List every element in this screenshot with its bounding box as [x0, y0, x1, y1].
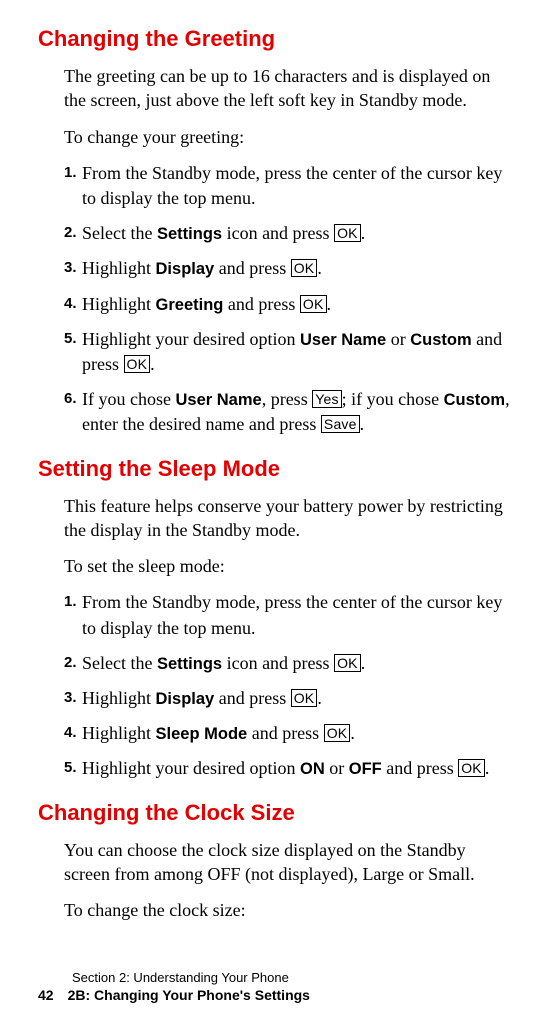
- step-text: Highlight: [82, 688, 156, 708]
- step-text: .: [361, 223, 366, 243]
- bold-text: Display: [156, 690, 215, 708]
- bold-text: Sleep Mode: [156, 725, 248, 743]
- step-item: 1. From the Standby mode, press the cent…: [64, 161, 513, 211]
- keycap-save: Save: [321, 415, 360, 433]
- bold-text: Settings: [157, 225, 222, 243]
- step-item: 6. If you chose User Name, press Yes; if…: [64, 387, 513, 437]
- step-text: From the Standby mode, press the center …: [82, 163, 502, 208]
- step-text: .: [327, 294, 332, 314]
- keycap-ok: OK: [291, 259, 318, 277]
- bold-text: ON: [300, 760, 325, 778]
- step-text: .: [485, 758, 490, 778]
- heading-sleep-mode: Setting the Sleep Mode: [38, 456, 513, 482]
- bold-text: Custom: [410, 331, 471, 349]
- step-text: and press: [223, 294, 299, 314]
- keycap-ok: OK: [334, 654, 361, 672]
- step-text: icon and press: [222, 223, 334, 243]
- step-text: and press: [382, 758, 458, 778]
- para-sleep-intro: To set the sleep mode:: [64, 554, 513, 578]
- footer-subsection: 2B: Changing Your Phone's Settings: [68, 987, 310, 1003]
- step-number: 1.: [64, 591, 77, 612]
- step-number: 3.: [64, 687, 77, 708]
- step-text: and press: [214, 258, 290, 278]
- step-text: Highlight your desired option: [82, 329, 300, 349]
- step-number: 5.: [64, 328, 77, 349]
- step-item: 2. Select the Settings icon and press OK…: [64, 651, 513, 676]
- para-greeting-intro: To change your greeting:: [64, 125, 513, 149]
- step-text: .: [360, 414, 365, 434]
- keycap-ok: OK: [324, 724, 351, 742]
- keycap-ok: OK: [124, 355, 151, 373]
- step-text: .: [150, 354, 155, 374]
- step-number: 2.: [64, 222, 77, 243]
- heading-clock-size: Changing the Clock Size: [38, 800, 513, 826]
- footer-page-line: 42 2B: Changing Your Phone's Settings: [38, 987, 310, 1003]
- bold-text: OFF: [349, 760, 382, 778]
- step-item: 2. Select the Settings icon and press OK…: [64, 221, 513, 246]
- step-item: 3. Highlight Display and press OK.: [64, 686, 513, 711]
- step-text: and press: [214, 688, 290, 708]
- para-clock-intro: To change the clock size:: [64, 898, 513, 922]
- bold-text: User Name: [175, 391, 261, 409]
- step-number: 3.: [64, 257, 77, 278]
- step-number: 4.: [64, 722, 77, 743]
- bold-text: Settings: [157, 655, 222, 673]
- step-text: , press: [262, 389, 313, 409]
- step-text: or: [386, 329, 410, 349]
- step-item: 1. From the Standby mode, press the cent…: [64, 590, 513, 640]
- para-clock-desc: You can choose the clock size displayed …: [64, 838, 513, 887]
- steps-greeting: 1. From the Standby mode, press the cent…: [64, 161, 513, 438]
- step-text: Highlight: [82, 258, 156, 278]
- step-text: From the Standby mode, press the center …: [82, 592, 502, 637]
- keycap-ok: OK: [458, 759, 485, 777]
- step-text: and press: [247, 723, 323, 743]
- step-text: icon and press: [222, 653, 334, 673]
- step-text: .: [317, 688, 322, 708]
- bold-text: User Name: [300, 331, 386, 349]
- step-text: .: [350, 723, 355, 743]
- step-text: Highlight: [82, 723, 156, 743]
- step-number: 6.: [64, 388, 77, 409]
- step-number: 1.: [64, 162, 77, 183]
- footer-section-label: Section 2: Understanding Your Phone: [72, 970, 310, 985]
- keycap-yes: Yes: [312, 390, 341, 408]
- keycap-ok: OK: [334, 224, 361, 242]
- step-item: 3. Highlight Display and press OK.: [64, 256, 513, 281]
- page-number: 42: [38, 987, 54, 1003]
- keycap-ok: OK: [291, 689, 318, 707]
- step-item: 4. Highlight Sleep Mode and press OK.: [64, 721, 513, 746]
- step-text: .: [361, 653, 366, 673]
- step-number: 5.: [64, 757, 77, 778]
- steps-sleep: 1. From the Standby mode, press the cent…: [64, 590, 513, 781]
- step-text: Select the: [82, 653, 157, 673]
- step-text: ; if you chose: [342, 389, 444, 409]
- para-greeting-desc: The greeting can be up to 16 characters …: [64, 64, 513, 113]
- step-text: .: [317, 258, 322, 278]
- step-text: Highlight: [82, 294, 156, 314]
- bold-text: Custom: [444, 391, 505, 409]
- step-text: or: [325, 758, 349, 778]
- para-sleep-desc: This feature helps conserve your battery…: [64, 494, 513, 543]
- step-item: 5. Highlight your desired option User Na…: [64, 327, 513, 377]
- step-text: Highlight your desired option: [82, 758, 300, 778]
- bold-text: Greeting: [156, 296, 224, 314]
- heading-changing-greeting: Changing the Greeting: [38, 26, 513, 52]
- page-footer: Section 2: Understanding Your Phone 42 2B…: [38, 970, 310, 1003]
- bold-text: Display: [156, 260, 215, 278]
- step-item: 5. Highlight your desired option ON or O…: [64, 756, 513, 781]
- step-number: 4.: [64, 293, 77, 314]
- keycap-ok: OK: [300, 295, 327, 313]
- step-text: Select the: [82, 223, 157, 243]
- step-text: If you chose: [82, 389, 175, 409]
- step-item: 4. Highlight Greeting and press OK.: [64, 292, 513, 317]
- step-number: 2.: [64, 652, 77, 673]
